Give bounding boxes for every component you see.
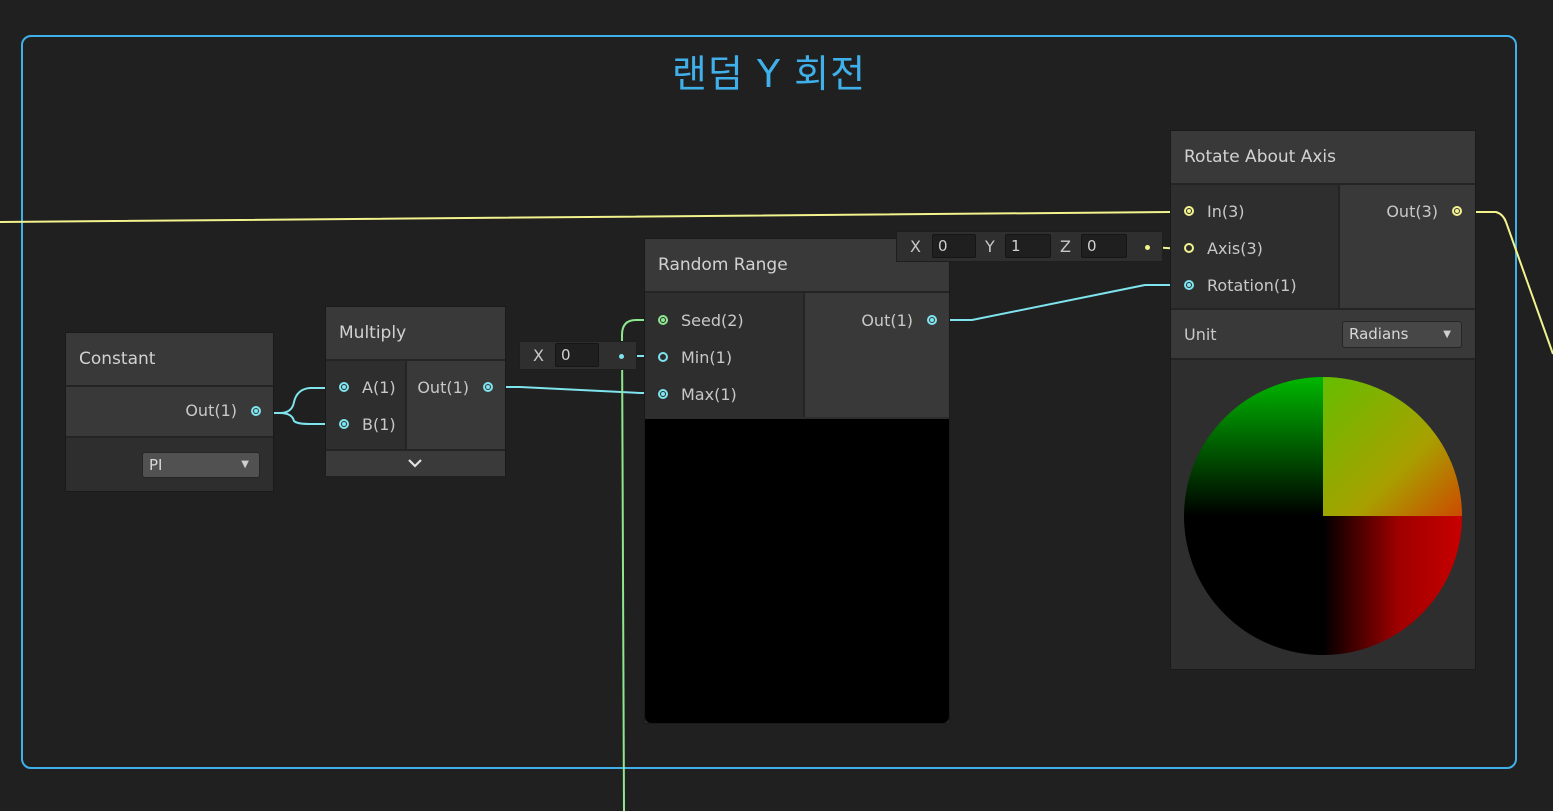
port-dot[interactable]: [658, 352, 668, 362]
field-label-y: Y: [985, 237, 995, 256]
output-ports: Out(3): [1337, 185, 1475, 308]
input-port-min[interactable]: Min(1): [645, 339, 803, 376]
port-dot[interactable]: [658, 389, 668, 399]
unit-label: Unit: [1184, 325, 1217, 344]
input-port-max[interactable]: Max(1): [645, 376, 803, 413]
input-ports: In(3) Axis(3) Rotation(1): [1171, 185, 1338, 308]
port-area: In(3) Axis(3) Rotation(1) Out(3): [1171, 185, 1475, 308]
port-dot[interactable]: [658, 315, 668, 325]
unit-row: Unit Radians ▼: [1171, 308, 1475, 360]
field-label-x: X: [910, 237, 921, 256]
port-dot[interactable]: [1184, 206, 1194, 216]
port-label: Rotation(1): [1207, 276, 1297, 295]
preview-sphere: [1184, 377, 1462, 655]
constant-type-dropdown[interactable]: PI ▼: [142, 452, 260, 478]
output-port-out[interactable]: Out(3): [1340, 193, 1475, 230]
port-label: Max(1): [681, 385, 737, 404]
output-port-row: Out(1): [66, 387, 273, 438]
port-label: Seed(2): [681, 311, 744, 330]
output-ports: Out(1): [405, 361, 505, 449]
preview-area: [1171, 364, 1475, 669]
field-pin: [619, 354, 624, 359]
multiply-node[interactable]: Multiply A(1) B(1) Out(1): [326, 307, 505, 476]
min-inline-field[interactable]: X 0: [519, 341, 637, 370]
input-port-rotation[interactable]: Rotation(1): [1171, 267, 1338, 304]
input-ports: A(1) B(1): [326, 361, 406, 449]
port-dot[interactable]: [927, 315, 937, 325]
output-port-out[interactable]: Out(1): [407, 369, 505, 406]
input-port-axis[interactable]: Axis(3): [1171, 230, 1338, 267]
port-label: Out(3): [1386, 202, 1438, 221]
field-label-z: Z: [1060, 237, 1071, 256]
port-label: Out(1): [861, 311, 913, 330]
output-port-out[interactable]: Out(1): [805, 302, 949, 339]
group-title[interactable]: 랜덤 Y 회전: [23, 43, 1515, 98]
chevron-down-icon: [408, 459, 422, 468]
axis-inline-field[interactable]: X 0 Y 1 Z 0: [896, 231, 1163, 262]
input-port-seed[interactable]: Seed(2): [645, 302, 803, 339]
output-ports: Out(1): [802, 293, 949, 417]
input-port-in[interactable]: In(3): [1171, 193, 1338, 230]
min-value-input[interactable]: 0: [555, 343, 599, 367]
port-label: Out(1): [417, 378, 469, 397]
input-port-a[interactable]: A(1): [326, 369, 405, 406]
axis-x-input[interactable]: 0: [932, 234, 976, 258]
port-label: A(1): [362, 378, 396, 397]
constant-node[interactable]: Constant Out(1) PI ▼: [66, 333, 273, 491]
port-label: Axis(3): [1207, 239, 1263, 258]
port-label-out: Out(1): [185, 401, 237, 420]
node-title[interactable]: Rotate About Axis: [1171, 131, 1475, 185]
random-range-node[interactable]: Random Range Seed(2) Min(1) Max(1) Out(1…: [645, 239, 949, 723]
axis-z-input[interactable]: 0: [1081, 234, 1127, 258]
port-label: B(1): [362, 415, 396, 434]
port-dot[interactable]: [1452, 206, 1462, 216]
port-dot[interactable]: [1184, 243, 1194, 253]
node-title[interactable]: Multiply: [326, 307, 505, 361]
expand-toggle[interactable]: [326, 449, 505, 476]
port-dot[interactable]: [1184, 280, 1194, 290]
dropdown-value: PI: [149, 456, 163, 474]
node-title[interactable]: Constant: [66, 333, 273, 387]
input-port-b[interactable]: B(1): [326, 406, 405, 443]
preview-area: [645, 419, 949, 723]
dropdown-caret-icon: ▼: [241, 459, 249, 470]
port-dot[interactable]: [339, 382, 349, 392]
axis-y-input[interactable]: 1: [1005, 234, 1051, 258]
unit-dropdown[interactable]: Radians ▼: [1342, 321, 1462, 348]
port-dot[interactable]: [339, 419, 349, 429]
rotate-about-axis-node[interactable]: Rotate About Axis In(3) Axis(3) Rotation…: [1171, 131, 1475, 669]
input-ports: Seed(2) Min(1) Max(1): [645, 293, 803, 417]
port-dot[interactable]: [483, 382, 493, 392]
port-label: In(3): [1207, 202, 1245, 221]
output-port-dot[interactable]: [251, 406, 261, 416]
dropdown-caret-icon: ▼: [1443, 329, 1451, 340]
port-label: Min(1): [681, 348, 733, 367]
dropdown-value: Radians: [1349, 325, 1409, 343]
port-area: A(1) B(1) Out(1): [326, 361, 505, 449]
port-area: Seed(2) Min(1) Max(1) Out(1): [645, 293, 949, 417]
field-pin: [1145, 245, 1150, 250]
field-label-x: X: [533, 346, 544, 365]
